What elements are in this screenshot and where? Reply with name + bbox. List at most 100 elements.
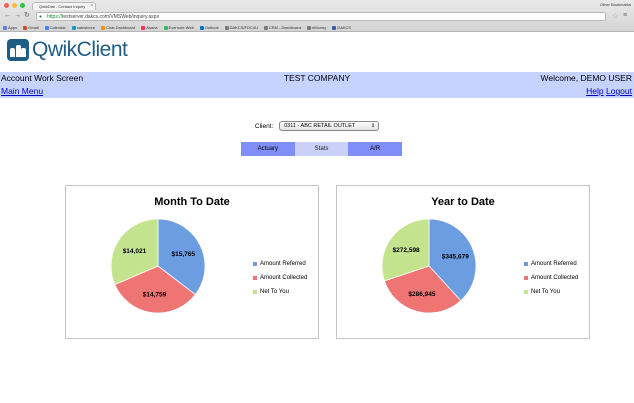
client-label: Client: <box>254 122 274 130</box>
month-to-date-panel: Month To Date $15,765 $14,759 $14,021 Amou… <box>65 185 319 339</box>
bookmark-label: Chat Dashboard <box>106 25 136 30</box>
bookmark-item[interactable]: Outlook <box>199 25 219 30</box>
logout-link[interactable]: Logout <box>606 86 632 96</box>
company-name: TEST COMPANY <box>283 73 351 83</box>
zoom-window-button[interactable] <box>20 3 25 8</box>
bookmark-icon <box>224 25 229 30</box>
close-tab-icon[interactable]: × <box>90 3 93 10</box>
bookmark-icon <box>163 25 168 30</box>
bookmarks-bar: Apps Gmail Calendar salesforce Chat Dashboar… <box>0 23 634 32</box>
legend-item: Amount Referred <box>524 257 578 271</box>
legend-swatch <box>253 290 257 294</box>
legend-label: Amount Collected <box>260 275 308 281</box>
bookmark-label: Apps <box>8 25 18 30</box>
bookmark-star-icon[interactable]: ☆ <box>612 12 618 20</box>
legend-swatch <box>524 276 528 280</box>
view-tabs: Actuary Stats A/R <box>241 142 403 156</box>
legend-label: Amount Collected <box>531 275 579 281</box>
help-link[interactable]: Help <box>586 86 603 96</box>
lock-icon: ● <box>39 14 43 20</box>
bookmark-item[interactable]: Asana <box>141 25 158 30</box>
legend-swatch <box>524 290 528 294</box>
bookmark-label: eMoney <box>312 25 327 30</box>
browser-menu-icon[interactable]: ≡ <box>623 12 627 19</box>
legend-item: Amount Referred <box>253 257 307 271</box>
pie-data-label: $14,021 <box>123 248 147 255</box>
legend-label: Net To You <box>260 289 289 295</box>
legend-label: Amount Referred <box>260 261 306 267</box>
bookmark-icon <box>71 25 76 30</box>
browser-tab-title: QwikDial - Contact Inquiry <box>39 4 86 9</box>
bookmark-label: DAKCS/FDC4U <box>229 25 258 30</box>
bookmark-label: salesforce <box>76 25 96 30</box>
legend-item: Net To You <box>253 285 307 299</box>
chart-legend: Amount Referred Amount Collected Net To Yo… <box>253 257 307 299</box>
bookmark-icon <box>3 25 7 30</box>
reload-icon[interactable]: ↻ <box>24 12 30 20</box>
bookmark-label: DAKCS <box>337 25 352 30</box>
bookmark-item[interactable]: DAKCS <box>332 25 351 30</box>
chevron-down-icon: ⇕ <box>370 123 376 129</box>
pie-data-label: $14,759 <box>143 291 167 298</box>
tab-stats[interactable]: Stats <box>294 142 349 156</box>
header-band: Account Work Screen TEST COMPANY Welcome… <box>0 72 634 98</box>
bookmark-item[interactable]: Apps <box>3 25 17 30</box>
tab-ar[interactable]: A/R <box>348 142 403 156</box>
bookmark-item[interactable]: DAKCS/FDC4U <box>224 25 258 30</box>
bookmark-item[interactable]: Calendar <box>44 25 66 30</box>
bookmark-label: Outlook <box>204 25 219 30</box>
bookmark-icon <box>141 25 146 30</box>
welcome-text: Welcome, DEMO USER <box>540 73 632 83</box>
year-to-date-panel: Year to Date $345,679 $286,945 $272,598 Am… <box>336 185 590 339</box>
minimize-window-button[interactable] <box>12 3 17 8</box>
bookmark-icon <box>332 25 337 30</box>
legend-swatch <box>524 262 528 266</box>
browser-chrome: QwikDial - Contact Inquiry × ← → ↻ ● htt… <box>0 0 634 32</box>
forward-icon[interactable]: → <box>14 12 21 20</box>
bookmark-label: Gmail <box>28 25 39 30</box>
bookmark-item[interactable]: salesforce <box>71 25 96 30</box>
legend-item: Net To You <box>524 285 578 299</box>
legend-label: Amount Referred <box>531 261 577 267</box>
legend-item: Amount Collected <box>524 271 578 285</box>
legend-swatch <box>253 262 257 266</box>
address-bar[interactable]: ● https://testserver.dakcs.com/VMSWeb/in… <box>36 12 606 21</box>
browser-tab[interactable]: QwikDial - Contact Inquiry × <box>32 2 96 10</box>
bookmark-label: Calendar <box>49 25 66 30</box>
pie-data-label: $272,598 <box>393 247 420 254</box>
bookmark-item[interactable]: Gmail <box>23 25 39 30</box>
client-selector-row: Client: 0311 - ABC RETAIL OUTLET ⇕ <box>0 121 634 131</box>
back-icon[interactable]: ← <box>4 12 11 20</box>
bookmark-item[interactable]: Evernote Web <box>163 25 194 30</box>
browser-toolbar: ← → ↻ ● https://testserver.dakcs.com/VMS… <box>0 11 634 22</box>
qwikclient-logo-icon <box>7 39 29 61</box>
bookmark-label: Asana <box>146 25 158 30</box>
client-select[interactable]: 0311 - ABC RETAIL OUTLET ⇕ <box>279 121 380 131</box>
legend-item: Amount Collected <box>253 271 307 285</box>
bookmark-item[interactable]: CRM - Dashboard <box>263 25 302 30</box>
main-menu-link[interactable]: Main Menu <box>1 86 43 96</box>
tab-actuary[interactable]: Actuary <box>241 142 295 156</box>
client-selected-value: 0311 - ABC RETAIL OUTLET <box>284 123 356 129</box>
bookmark-item[interactable]: eMoney <box>307 25 326 30</box>
legend-label: Net To You <box>531 289 560 295</box>
legend-swatch <box>253 276 257 280</box>
bookmark-item[interactable]: Chat Dashboard <box>101 25 135 30</box>
bookmark-icon <box>263 25 268 30</box>
url-text: testserver.dakcs.com/VMSWeb/inquiry.aspx <box>62 14 160 20</box>
chart-legend: Amount Referred Amount Collected Net To Yo… <box>524 257 578 299</box>
pie-data-label: $286,945 <box>408 291 435 298</box>
url-scheme: https:// <box>47 14 63 20</box>
logo-text: QwikClient <box>32 38 128 61</box>
bookmark-label: CRM - Dashboard <box>268 25 302 30</box>
bookmark-icon <box>23 25 28 30</box>
app-logo[interactable]: QwikClient <box>7 38 128 62</box>
close-window-button[interactable] <box>4 3 9 8</box>
other-bookmarks[interactable]: Other Bookmarks <box>600 2 631 7</box>
pie-data-label: $345,679 <box>442 253 469 260</box>
pie-data-label: $15,765 <box>172 251 196 258</box>
bookmark-icon <box>101 25 106 30</box>
bookmark-icon <box>307 25 312 30</box>
bookmark-icon <box>199 25 204 30</box>
bookmark-label: Evernote Web <box>168 25 194 30</box>
